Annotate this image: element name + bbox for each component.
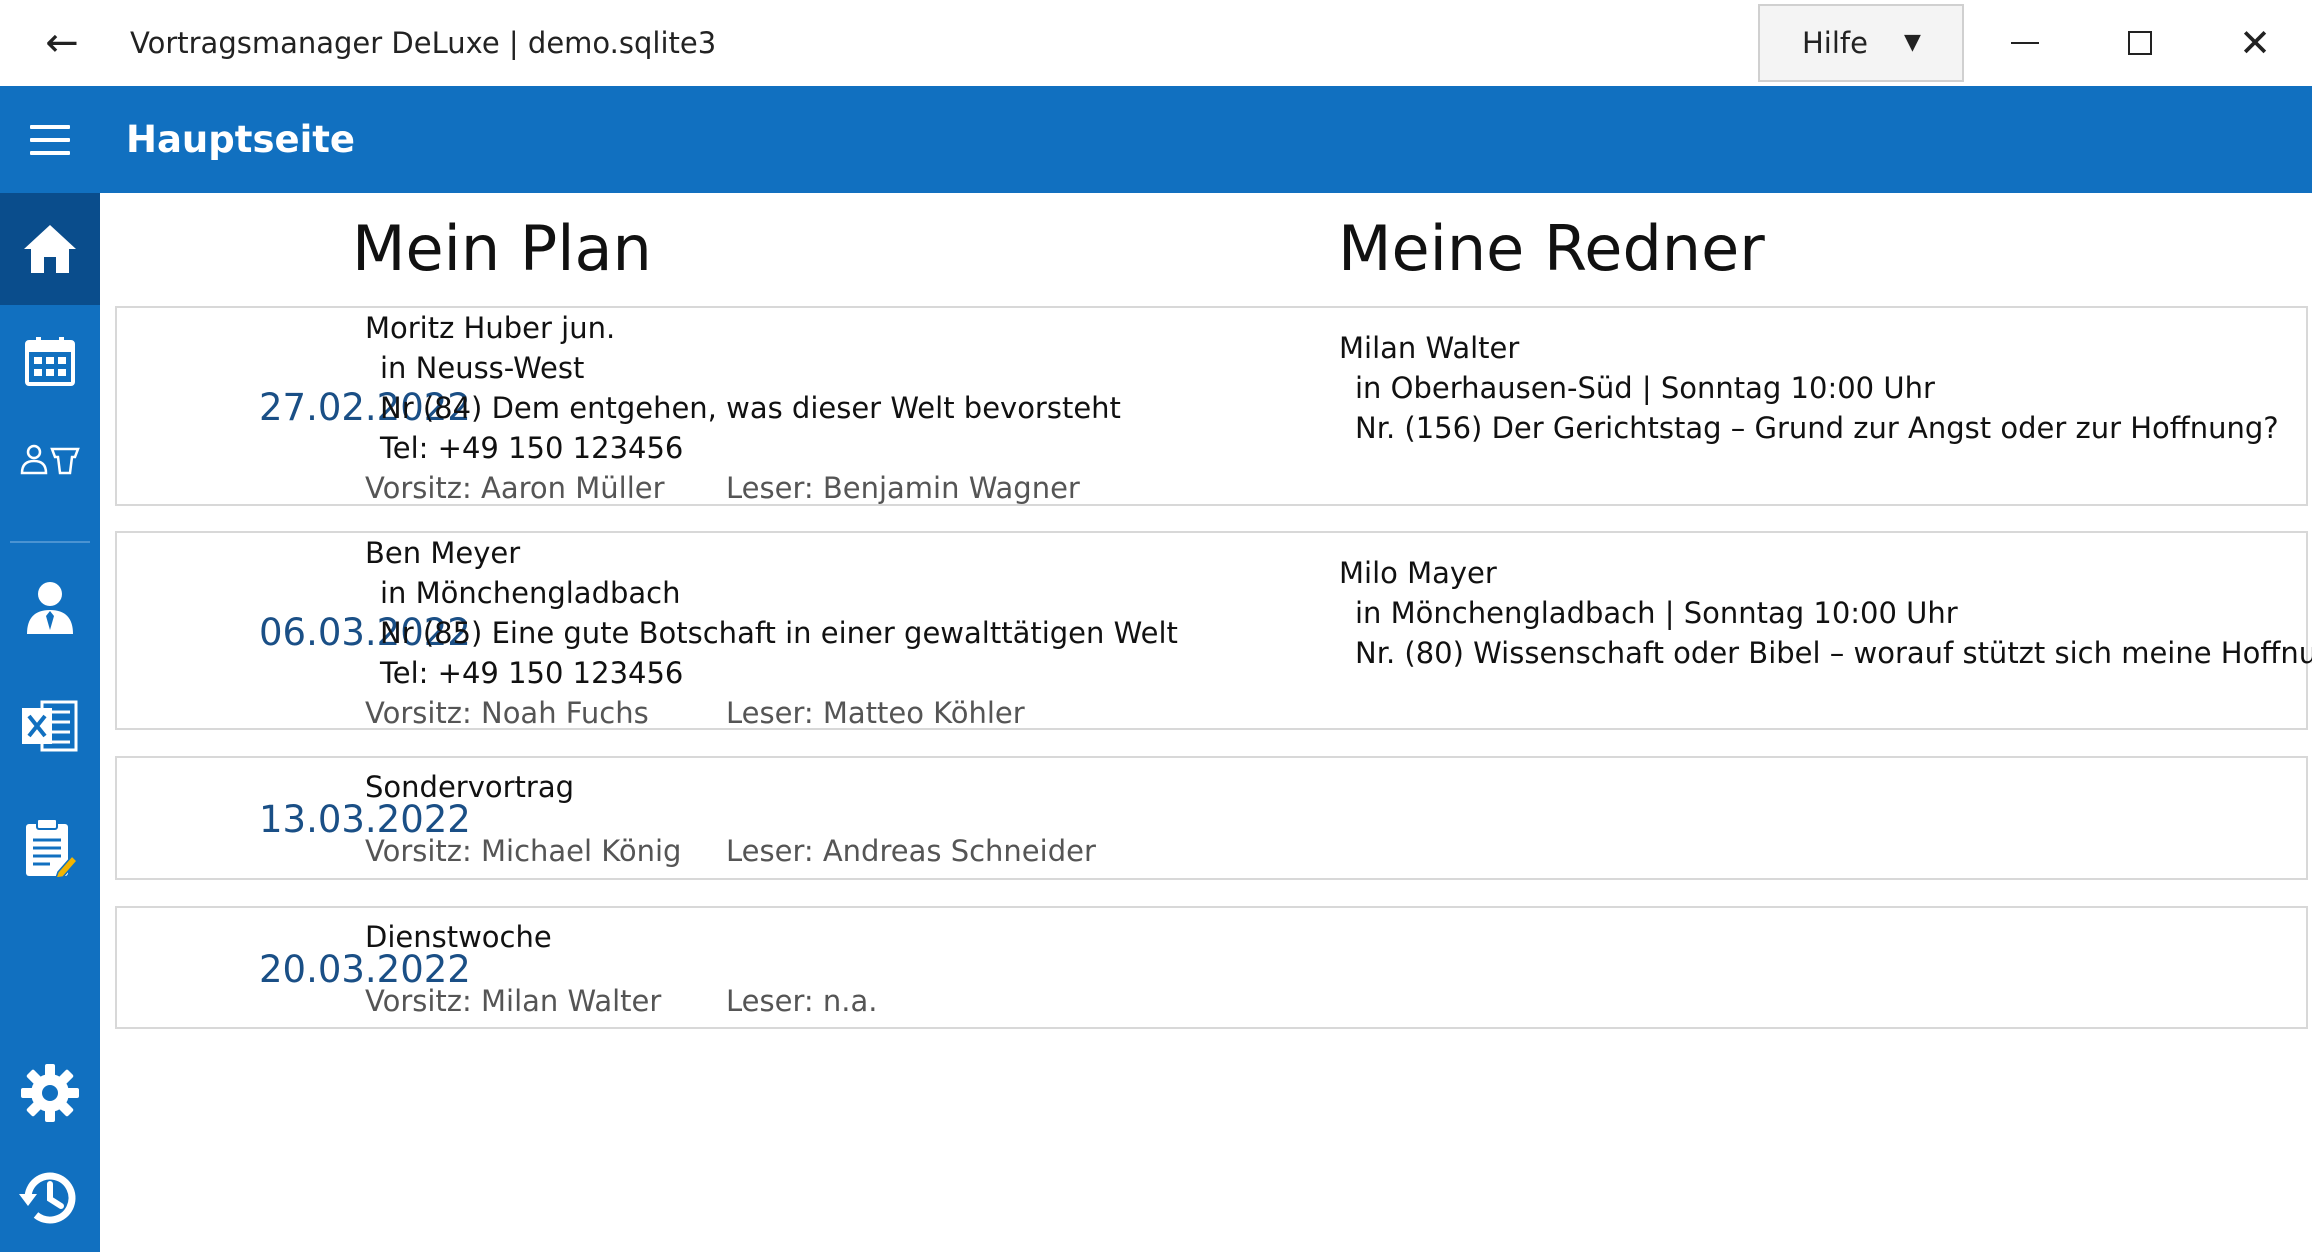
maximize-icon bbox=[2128, 31, 2152, 55]
chevron-down-icon: ▼ bbox=[1904, 30, 1921, 55]
chair-person: Vorsitz: Michael König bbox=[365, 834, 682, 868]
home-icon bbox=[24, 225, 76, 273]
nav-person[interactable] bbox=[0, 555, 100, 660]
calendar-icon bbox=[25, 337, 75, 386]
speaker-phone: Tel: +49 150 123456 bbox=[380, 431, 684, 465]
nav-calendar[interactable] bbox=[0, 311, 100, 411]
history-icon bbox=[19, 1172, 76, 1224]
speaker-exchange-icon bbox=[20, 444, 80, 475]
minimize-icon bbox=[2011, 42, 2039, 44]
nav-excel-export[interactable] bbox=[0, 671, 100, 781]
chair-person: Vorsitz: Milan Walter bbox=[365, 984, 662, 1018]
reader-person: Leser: Benjamin Wagner bbox=[726, 471, 1080, 505]
sidebar-divider bbox=[10, 541, 90, 543]
close-icon: ✕ bbox=[2239, 21, 2271, 65]
speaker-phone: Tel: +49 150 123456 bbox=[380, 656, 684, 690]
reader-person: Leser: Matteo Köhler bbox=[726, 696, 1025, 730]
reader-person: Leser: Andreas Schneider bbox=[726, 834, 1096, 868]
nav-settings[interactable] bbox=[0, 1043, 100, 1143]
redner-location: in Mönchengladbach | Sonntag 10:00 Uhr bbox=[1355, 596, 1958, 630]
chair-person: Vorsitz: Aaron Müller bbox=[365, 471, 665, 505]
person-icon bbox=[27, 581, 73, 634]
redner-talk: Nr. (80) Wissenschaft oder Bibel – worau… bbox=[1355, 636, 2312, 670]
redner-talk: Nr. (156) Der Gerichtstag – Grund zur An… bbox=[1355, 411, 2279, 445]
page-title: Hauptseite bbox=[126, 118, 356, 161]
event-type: Sondervortrag bbox=[365, 770, 575, 804]
talk-title: Nr (85) Eine gute Botschaft in einer gew… bbox=[380, 616, 1178, 650]
close-button[interactable]: ✕ bbox=[2200, 0, 2310, 86]
hamburger-menu-button[interactable] bbox=[0, 86, 100, 193]
nav-speakers[interactable] bbox=[0, 415, 100, 505]
minimize-button[interactable] bbox=[1970, 0, 2080, 86]
event-type: Dienstwoche bbox=[365, 920, 552, 954]
chair-person: Vorsitz: Noah Fuchs bbox=[365, 696, 649, 730]
plan-card[interactable]: 13.03.2022 Sondervortrag Vorsitz: Michae… bbox=[115, 756, 2308, 880]
help-label: Hilfe bbox=[1802, 26, 1868, 60]
nav-clipboard[interactable] bbox=[0, 793, 100, 903]
menu-bar-icon bbox=[30, 124, 70, 129]
nav-home[interactable] bbox=[0, 193, 100, 305]
title-bar: ← Vortragsmanager DeLuxe | demo.sqlite3 … bbox=[0, 0, 2312, 87]
plan-card[interactable]: 20.03.2022 Dienstwoche Vorsitz: Milan Wa… bbox=[115, 906, 2308, 1029]
speaker-name: Ben Meyer bbox=[365, 536, 521, 570]
clipboard-edit-icon bbox=[26, 818, 78, 879]
window-title: Vortragsmanager DeLuxe | demo.sqlite3 bbox=[130, 26, 717, 60]
redner-location: in Oberhausen-Süd | Sonntag 10:00 Uhr bbox=[1355, 371, 1935, 405]
menu-bar-icon bbox=[30, 137, 70, 142]
app-header: Hauptseite bbox=[0, 86, 2312, 193]
gear-icon bbox=[21, 1064, 79, 1122]
back-button[interactable]: ← bbox=[30, 18, 94, 68]
mein-plan-heading: Mein Plan bbox=[352, 212, 652, 285]
speaker-location: in Neuss-West bbox=[380, 351, 585, 385]
redner-name: Milo Mayer bbox=[1339, 556, 1497, 590]
excel-icon bbox=[22, 700, 78, 752]
help-dropdown[interactable]: Hilfe ▼ bbox=[1758, 4, 1964, 82]
plan-card[interactable]: 27.02.2022 Moritz Huber jun. in Neuss-We… bbox=[115, 306, 2308, 506]
maximize-button[interactable] bbox=[2085, 0, 2195, 86]
speaker-name: Moritz Huber jun. bbox=[365, 311, 616, 345]
talk-title: Nr (84) Dem entgehen, was dieser Welt be… bbox=[380, 391, 1121, 425]
speaker-location: in Mönchengladbach bbox=[380, 576, 681, 610]
back-arrow-icon: ← bbox=[45, 20, 79, 66]
reader-person: Leser: n.a. bbox=[726, 984, 878, 1018]
plan-card[interactable]: 06.03.2022 Ben Meyer in Mönchengladbach … bbox=[115, 531, 2312, 730]
sidebar bbox=[0, 193, 100, 1252]
redner-name: Milan Walter bbox=[1339, 331, 1520, 365]
nav-history[interactable] bbox=[0, 1148, 100, 1248]
meine-redner-heading: Meine Redner bbox=[1338, 212, 1765, 285]
menu-bar-icon bbox=[30, 150, 70, 155]
